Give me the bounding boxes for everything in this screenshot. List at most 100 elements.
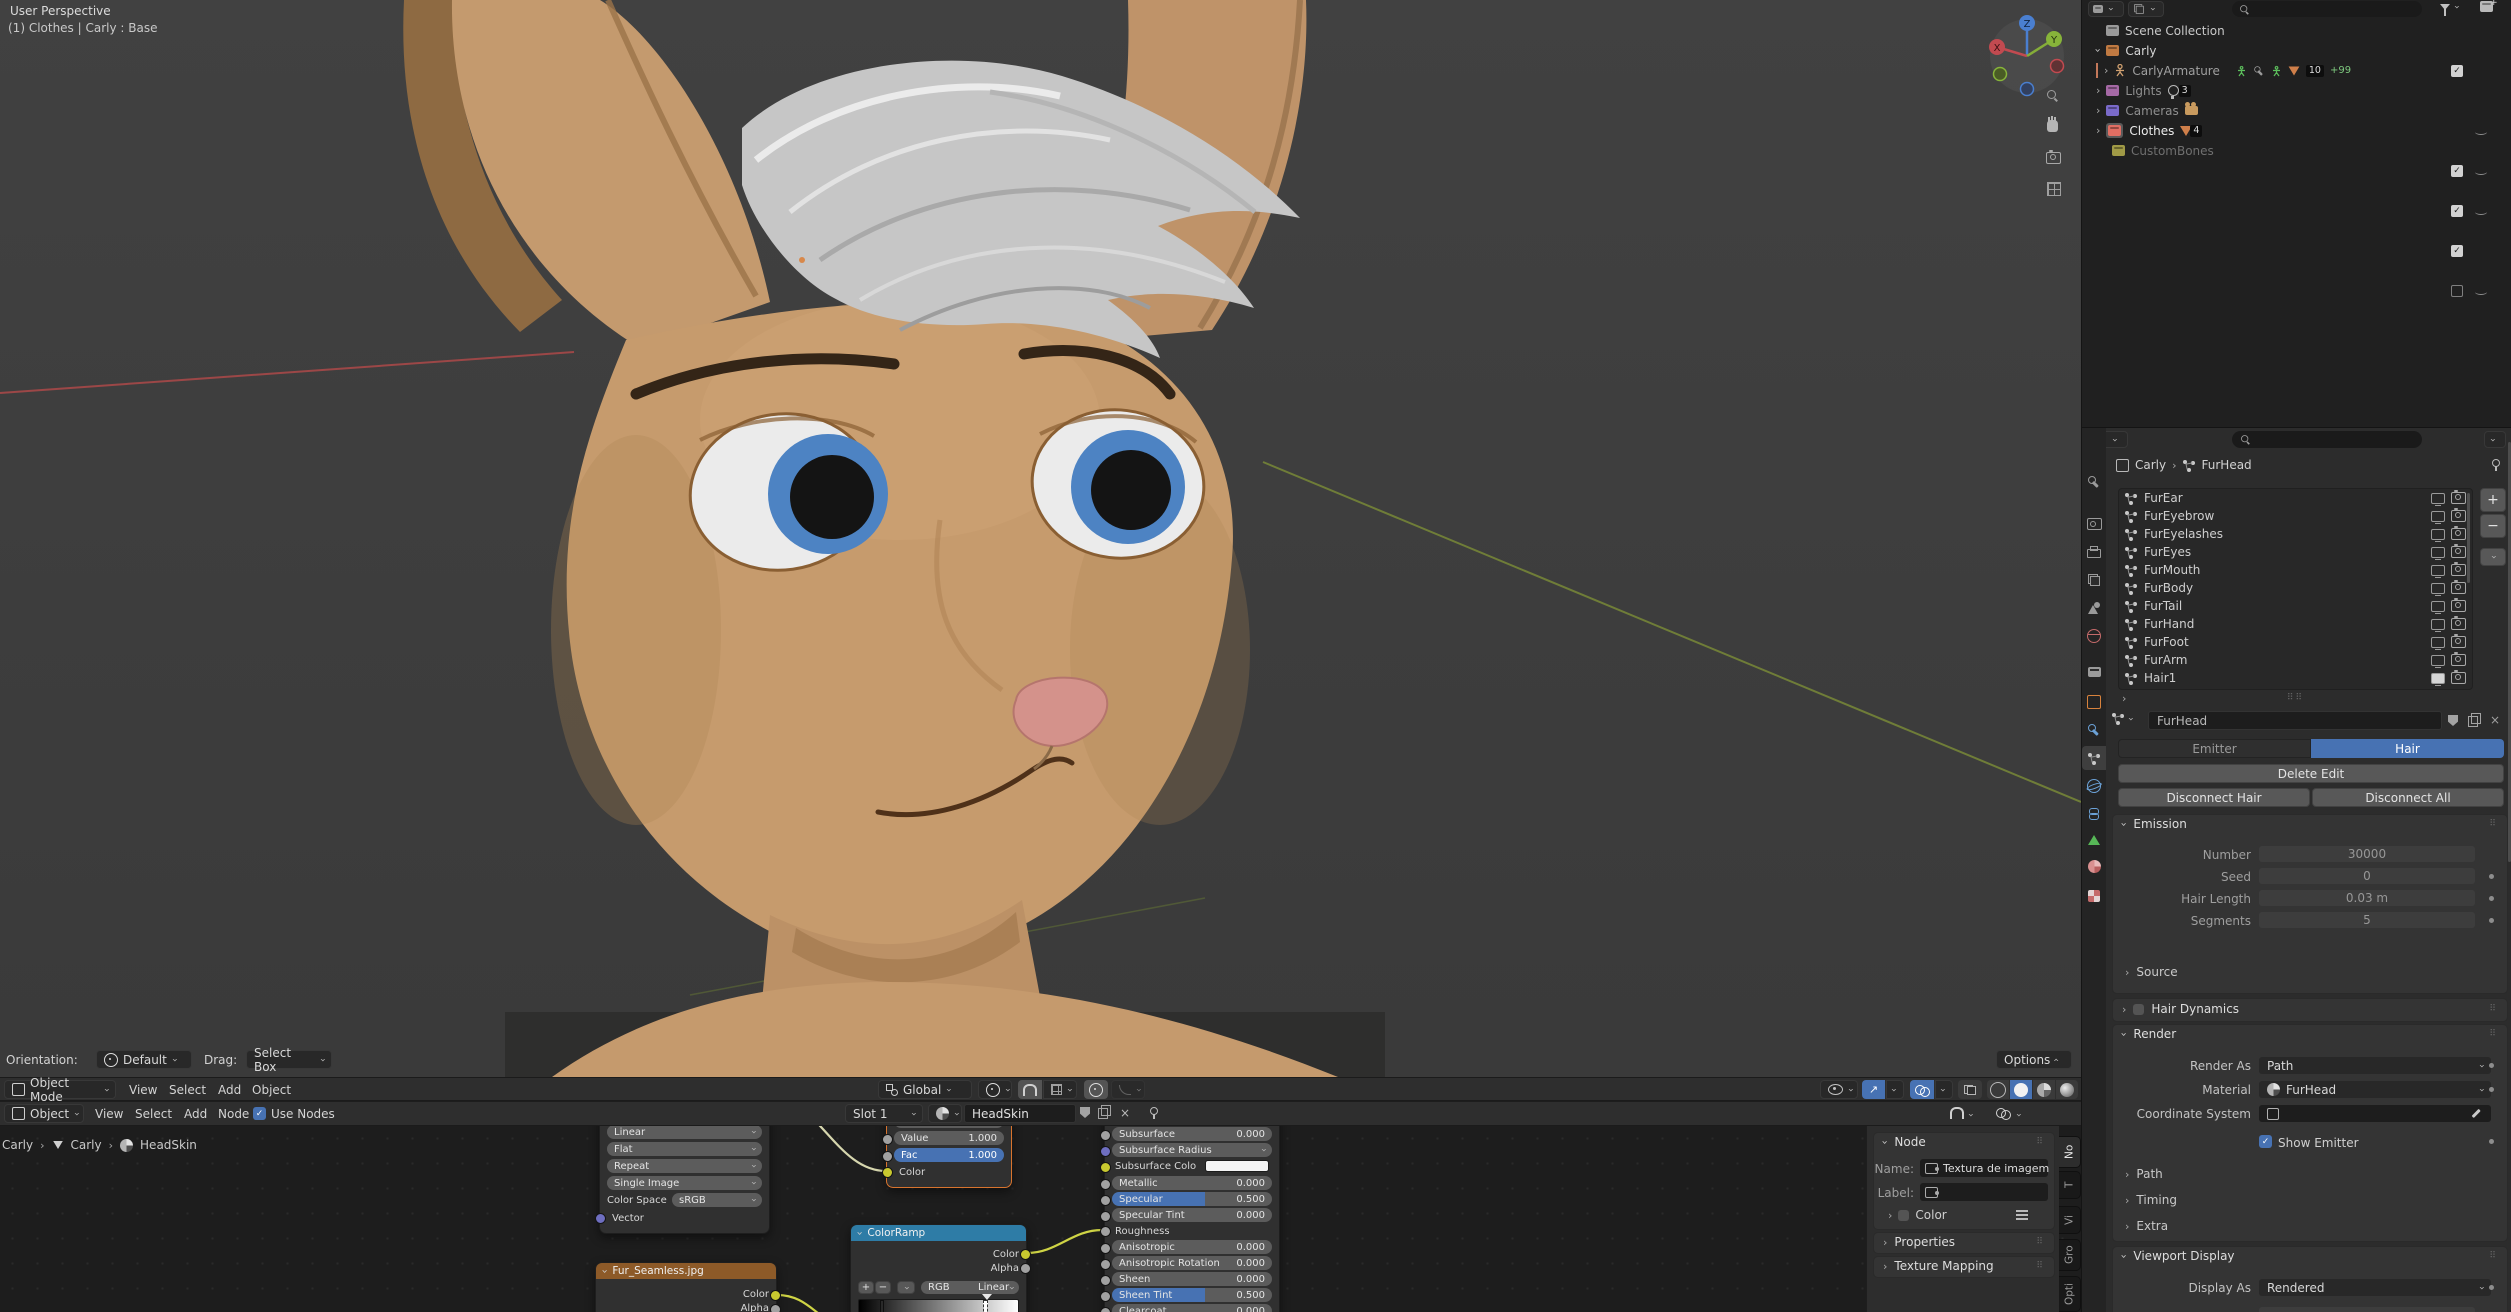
render-toggle-icon[interactable]: [2451, 634, 2466, 648]
vector-socket[interactable]: [595, 1213, 606, 1224]
hair-length-field[interactable]: 0.03 m: [2259, 890, 2475, 906]
use-nodes-checkbox[interactable]: ✓: [253, 1107, 266, 1120]
render-panel-header[interactable]: › Render ⠿: [2113, 1025, 2507, 1043]
shading-wireframe-button[interactable]: [1987, 1080, 2009, 1099]
xray-toggle[interactable]: [1958, 1080, 1982, 1099]
tab-object-data[interactable]: [2082, 828, 2106, 852]
viewport-toggle-icon[interactable]: [2431, 600, 2445, 614]
toggle-ortho-icon[interactable]: [2047, 182, 2061, 196]
node-colorramp[interactable]: › ColorRamp Color Alpha + − › RGB› Linea…: [850, 1224, 1031, 1312]
options-dropdown[interactable]: Options ›: [1996, 1050, 2072, 1069]
tab-physics[interactable]: [2082, 774, 2106, 798]
particle-specials-dropdown[interactable]: ›: [2480, 548, 2506, 566]
tab-modifiers[interactable]: [2082, 718, 2106, 742]
show-emitter-checkbox[interactable]: ✓: [2259, 1135, 2272, 1148]
ramp-gradient-bar[interactable]: [858, 1294, 1019, 1312]
chevron-down-icon[interactable]: ›: [1965, 1113, 1976, 1117]
source-subpanel-header[interactable]: › Source: [2125, 965, 2178, 979]
list-item[interactable]: Hair1: [2119, 669, 2472, 687]
tab-group[interactable]: Gro: [2059, 1239, 2081, 1271]
render-as-dropdown[interactable]: Path ›: [2259, 1057, 2491, 1074]
expand-icon[interactable]: ›: [2096, 105, 2100, 116]
snap-with-dropdown[interactable]: ›: [1043, 1080, 1077, 1099]
material-dropdown[interactable]: FurHead ›: [2259, 1081, 2491, 1098]
bsdf-specular-tint-slider[interactable]: Specular Tint 0.000: [1112, 1208, 1272, 1222]
render-toggle-icon[interactable]: [2451, 544, 2466, 558]
node-name-field[interactable]: Textura de imagem: [1920, 1159, 2049, 1177]
render-toggle-icon[interactable]: [2451, 580, 2466, 594]
breadcrumb-object[interactable]: Carly: [2135, 458, 2166, 472]
viewport-3d[interactable]: User Perspective (1) Clothes | Carly : B…: [0, 0, 2081, 1077]
tab-view[interactable]: Vi: [2059, 1206, 2081, 1234]
sheen-tint-socket[interactable]: [1100, 1291, 1111, 1302]
panel-grip[interactable]: ⠿: [2036, 1137, 2045, 1147]
list-item[interactable]: FurEar: [2119, 489, 2472, 507]
render-toggle-icon[interactable]: [2451, 616, 2466, 630]
pin-button[interactable]: [1148, 1107, 1159, 1119]
list-item[interactable]: FurTail: [2119, 597, 2472, 615]
viewport-toggle-icon[interactable]: [2431, 564, 2445, 578]
alpha-output-socket[interactable]: [1020, 1263, 1031, 1274]
path-subpanel-header[interactable]: › Path: [2125, 1167, 2163, 1181]
list-item[interactable]: FurArm: [2119, 651, 2472, 669]
visibility-dropdown[interactable]: ›: [1820, 1080, 1858, 1099]
mix-fac-slider[interactable]: Fac 1.000: [894, 1148, 1004, 1162]
outliner-display-mode-dropdown[interactable]: ›: [2128, 1, 2164, 17]
panel-grip[interactable]: ⠿: [2489, 1251, 2498, 1261]
exclude-checkbox[interactable]: [2451, 285, 2463, 297]
pivot-point-dropdown[interactable]: ›: [978, 1080, 1013, 1099]
segments-field[interactable]: 5: [2259, 912, 2475, 928]
orientation-dropdown[interactable]: Default ›: [96, 1050, 192, 1069]
hair-dynamics-panel[interactable]: › Hair Dynamics ⠿: [2112, 998, 2508, 1022]
disconnect-hair-button[interactable]: Disconnect Hair: [2118, 788, 2310, 807]
material-name-field[interactable]: HeadSkin: [964, 1104, 1076, 1123]
fur-node-header[interactable]: › Fur_Seamless.jpg: [596, 1263, 776, 1279]
render-toggle-icon[interactable]: [2451, 526, 2466, 540]
particle-system-add-button[interactable]: +: [2480, 488, 2506, 512]
ramp-stop-0[interactable]: [879, 1300, 884, 1312]
list-scrollbar[interactable]: [2467, 493, 2470, 583]
menu-select[interactable]: Select: [160, 1083, 215, 1097]
chevron-down-icon[interactable]: ›: [2013, 1113, 2024, 1117]
fake-user-button[interactable]: [1080, 1107, 1090, 1118]
panel-grip[interactable]: ⠿: [2036, 1237, 2045, 1247]
number-field[interactable]: 30000: [2259, 846, 2475, 862]
animate-dot[interactable]: [2489, 1139, 2494, 1144]
imgtex-extension-dropdown[interactable]: Repeat ›: [607, 1159, 762, 1173]
eyedropper-icon[interactable]: [2470, 1107, 2483, 1120]
bsdf-metallic-slider[interactable]: Metallic 0.000: [1112, 1176, 1272, 1190]
menu-object[interactable]: Object: [243, 1083, 300, 1097]
shader-menu-node[interactable]: Node: [209, 1107, 258, 1121]
extra-subpanel-header[interactable]: › Extra: [2125, 1219, 2168, 1233]
gizmo-dropdown[interactable]: ›: [1886, 1080, 1904, 1099]
subsurface-color-swatch[interactable]: [1205, 1160, 1269, 1172]
disconnect-all-button[interactable]: Disconnect All: [2312, 788, 2504, 807]
particle-systems-list[interactable]: FurEar FurEyebrow FurEyelashes FurEyes F…: [2118, 488, 2473, 690]
settings-copy-button[interactable]: [2468, 713, 2481, 727]
exclude-checkbox[interactable]: ✓: [2451, 205, 2463, 217]
clearcoat-socket[interactable]: [1100, 1307, 1111, 1312]
outliner-row-carly[interactable]: › Carly ✓: [2082, 41, 2511, 77]
expand-icon[interactable]: ›: [2096, 85, 2100, 96]
collapse-icon[interactable]: ›: [854, 1231, 867, 1235]
render-toggle-icon[interactable]: [2451, 598, 2466, 612]
imgtex-source-dropdown[interactable]: Single Image ›: [607, 1176, 762, 1190]
tab-tool[interactable]: [2082, 470, 2106, 494]
viewport-toggle-icon[interactable]: [2431, 492, 2445, 506]
shading-solid-button[interactable]: [2010, 1080, 2032, 1099]
anisotropic-rotation-socket[interactable]: [1100, 1259, 1111, 1270]
overlays-dropdown[interactable]: ›: [1935, 1080, 1953, 1099]
metallic-socket[interactable]: [1100, 1179, 1111, 1190]
list-item[interactable]: FurBody: [2119, 579, 2472, 597]
render-toggle-icon[interactable]: [2451, 670, 2466, 684]
mix-value-slider[interactable]: Value 1.000: [894, 1131, 1004, 1145]
render-toggle-icon[interactable]: [2451, 508, 2466, 522]
tab-render[interactable]: [2082, 512, 2106, 536]
color-checkbox[interactable]: [1898, 1209, 1910, 1221]
viewport-toggle-icon[interactable]: [2431, 528, 2445, 542]
timing-subpanel-header[interactable]: › Timing: [2125, 1193, 2177, 1207]
settings-fake-user-button[interactable]: [2448, 715, 2458, 726]
node-fur-image[interactable]: › Fur_Seamless.jpg Color Alpha: [595, 1262, 781, 1312]
show-overlays-toggle[interactable]: [1910, 1080, 1934, 1099]
tab-output[interactable]: [2082, 540, 2106, 564]
